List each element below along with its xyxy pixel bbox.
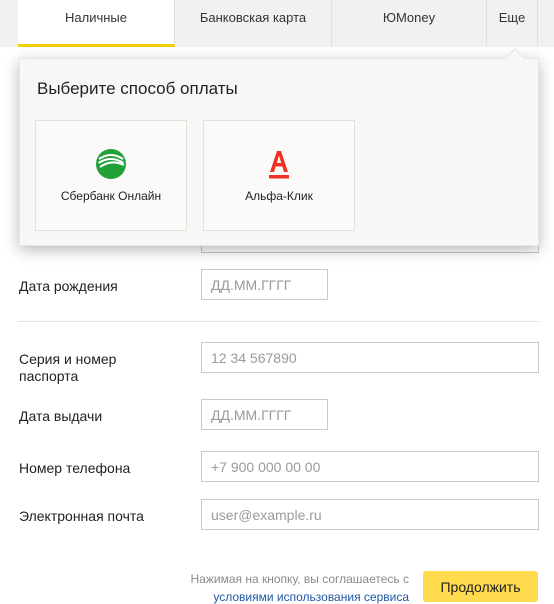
- tab-bank-card[interactable]: Банковская карта: [175, 0, 332, 47]
- tab-yoomoney[interactable]: ЮMoney: [332, 0, 487, 47]
- birth-date-input[interactable]: [201, 269, 328, 300]
- sberbank-logo-icon: [36, 148, 186, 180]
- popup-title: Выберите способ оплаты: [37, 79, 238, 98]
- method-name: Сбербанк Онлайн: [60, 189, 162, 203]
- tab-cash[interactable]: Наличные: [18, 0, 175, 47]
- method-name: Альфа-Клик: [245, 189, 313, 203]
- passport-input[interactable]: [201, 342, 539, 373]
- phone-label: Номер телефона: [19, 460, 131, 476]
- issue-date-label: Дата выдачи: [19, 408, 103, 424]
- payment-method-popup: Выберите способ оплаты Сбербанк Онлайн А…: [19, 48, 539, 246]
- terms-link[interactable]: условиями использования сервиса: [213, 590, 409, 604]
- alfa-click-option[interactable]: Альфа-Клик: [203, 120, 355, 231]
- tab-label: Банковская карта: [199, 10, 307, 25]
- alfa-bank-logo-icon: [204, 148, 354, 180]
- payment-tabs: Наличные Банковская карта ЮMoney Еще: [0, 0, 554, 47]
- issue-date-input[interactable]: [201, 399, 328, 430]
- tab-label: Наличные: [65, 10, 127, 25]
- section-divider: [18, 321, 539, 322]
- continue-button[interactable]: Продолжить: [423, 571, 538, 602]
- sberbank-online-option[interactable]: Сбербанк Онлайн: [35, 120, 187, 231]
- agreement-line: Нажимая на кнопку, вы соглашаетесь с: [190, 572, 410, 586]
- agreement-text: Нажимая на кнопку, вы соглашаетесь с усл…: [191, 570, 410, 604]
- email-label: Электронная почта: [19, 508, 144, 524]
- tab-label: Еще: [498, 10, 526, 25]
- passport-label: Серия и номер паспорта: [19, 351, 117, 384]
- tab-more[interactable]: Еще: [487, 0, 538, 47]
- phone-input[interactable]: [201, 451, 539, 482]
- birth-date-label: Дата рождения: [19, 278, 118, 294]
- tab-label: ЮMoney: [382, 10, 436, 25]
- email-input[interactable]: [201, 499, 539, 530]
- popup-caret: [505, 48, 525, 68]
